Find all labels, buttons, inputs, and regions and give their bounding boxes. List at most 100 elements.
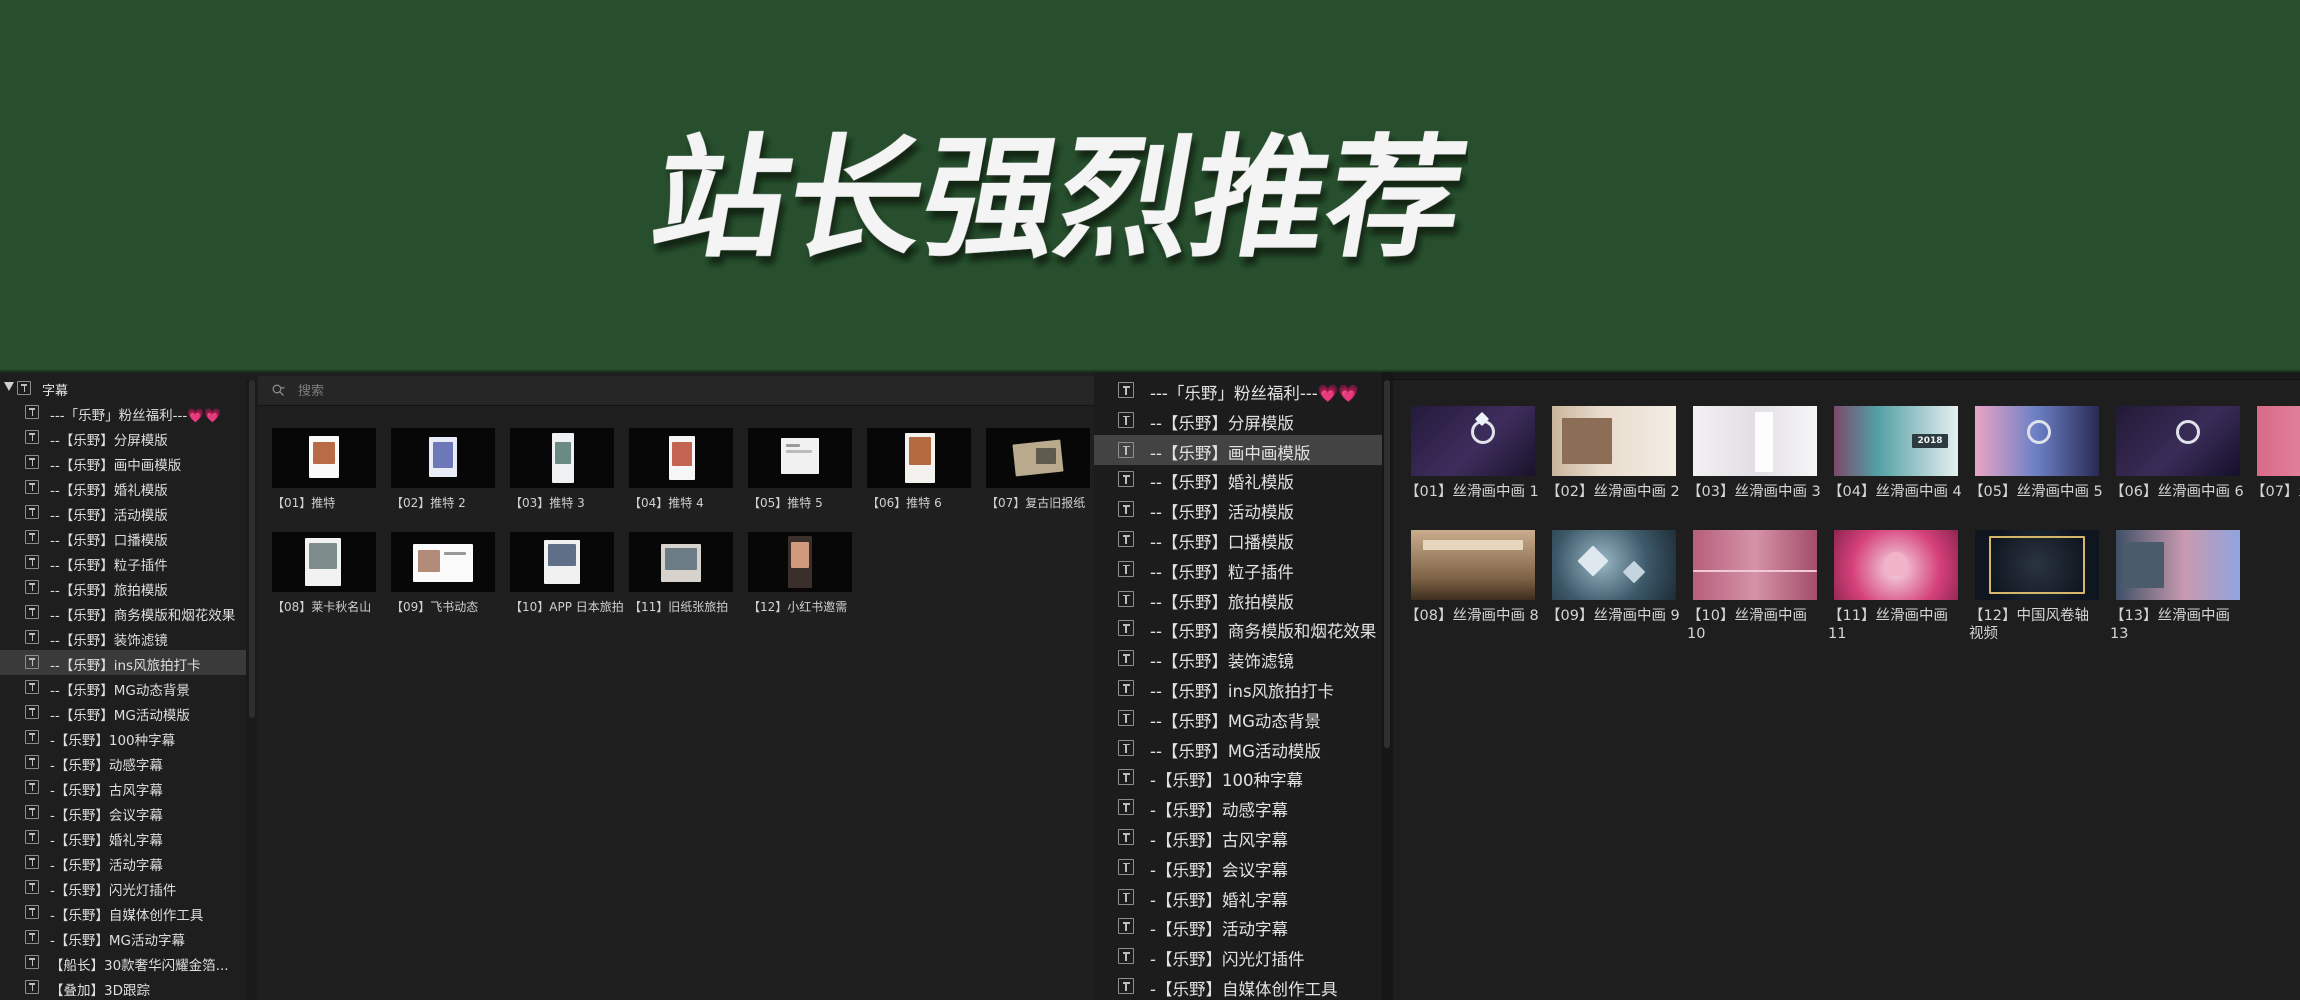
template-thumbnail[interactable] [391, 532, 495, 592]
pip-template-thumbnail[interactable] [1411, 406, 1535, 476]
right-tree-item[interactable]: --【乐野】ins风旅拍打卡 [1094, 673, 1382, 703]
right-tree-item[interactable]: ---「乐野」粉丝福利---💗💗 [1094, 375, 1382, 405]
pip-template-thumbnail[interactable] [1552, 406, 1676, 476]
right-tree-item[interactable]: --【乐野】商务模版和烟花效果 [1094, 613, 1382, 643]
right-tree-item[interactable]: -【乐野】古风字幕 [1094, 822, 1382, 852]
right-tree-item[interactable]: --【乐野】口播模版 [1094, 524, 1382, 554]
left-tree-item[interactable]: --【乐野】分屏模版 [0, 425, 246, 450]
pip-template-thumbnail[interactable] [2257, 406, 2300, 476]
left-tree-item[interactable]: ---「乐野」粉丝福利---💗💗 [0, 400, 246, 425]
right-tree-item[interactable]: --【乐野】婚礼模版 [1094, 464, 1382, 494]
left-scrollbar[interactable] [249, 380, 255, 718]
pip-template-item[interactable]: 【03】丝滑画中画 3 [1687, 406, 1821, 516]
pip-template-item[interactable]: 【05】丝滑画中画 5 [1969, 406, 2103, 516]
right-tree-item[interactable]: -【乐野】自媒体创作工具 [1094, 971, 1382, 1000]
tree-root-titles[interactable]: 字幕 [0, 378, 246, 399]
template-item[interactable]: 【11】旧纸张旅拍 [629, 532, 733, 614]
left-tree-item[interactable]: --【乐野】装饰滤镜 [0, 625, 246, 650]
pip-template-thumbnail[interactable] [2116, 530, 2240, 600]
pip-template-item[interactable]: 【12】中国风卷轴视频 [1969, 530, 2099, 642]
template-thumbnail[interactable] [391, 428, 495, 488]
left-tree-item[interactable]: --【乐野】MG活动模版 [0, 700, 246, 725]
pip-template-thumbnail[interactable] [1411, 530, 1535, 600]
template-thumbnail[interactable] [510, 428, 614, 488]
right-tree-item[interactable]: --【乐野】MG活动模版 [1094, 733, 1382, 763]
pip-template-item[interactable]: 【08】丝滑画中画 8 [1405, 530, 1539, 640]
pip-template-thumbnail[interactable] [1693, 530, 1817, 600]
left-tree-item[interactable]: --【乐野】婚礼模版 [0, 475, 246, 500]
left-tree-item[interactable]: --【乐野】活动模版 [0, 500, 246, 525]
left-tree-item[interactable]: --【乐野】口播模版 [0, 525, 246, 550]
pip-template-thumbnail[interactable] [1834, 530, 1958, 600]
left-tree-item[interactable]: --【乐野】ins风旅拍打卡 [0, 650, 246, 675]
template-item[interactable]: 【12】小红书邀需 [748, 532, 852, 614]
right-tree-item[interactable]: --【乐野】旅拍模版 [1094, 584, 1382, 614]
right-tree-item[interactable]: --【乐野】装饰滤镜 [1094, 643, 1382, 673]
pip-template-item[interactable]: 【11】丝滑画中画 11 [1828, 530, 1958, 642]
template-thumbnail[interactable] [867, 428, 971, 488]
pip-template-thumbnail[interactable] [1975, 406, 2099, 476]
left-tree-item[interactable]: --【乐野】画中画模版 [0, 450, 246, 475]
search-input[interactable] [298, 382, 698, 400]
template-item[interactable]: 【09】飞书动态 [391, 532, 495, 614]
disclosure-triangle-icon[interactable] [4, 382, 14, 391]
pip-template-item[interactable]: 2018 【04】丝滑画中画 4 [1828, 406, 1962, 516]
right-tree-item[interactable]: -【乐野】动感字幕 [1094, 792, 1382, 822]
right-tree-item[interactable]: --【乐野】粒子插件 [1094, 554, 1382, 584]
template-thumbnail[interactable] [510, 532, 614, 592]
template-item[interactable]: 【10】APP 日本旅拍 [510, 532, 624, 614]
template-thumbnail[interactable] [986, 428, 1090, 488]
right-tree-item[interactable]: -【乐野】会议字幕 [1094, 852, 1382, 882]
pip-template-thumbnail[interactable] [2116, 406, 2240, 476]
pip-template-thumbnail[interactable] [1552, 530, 1676, 600]
template-item[interactable]: 【04】推特 4 [629, 428, 733, 510]
left-tree-item[interactable]: -【乐野】古风字幕 [0, 775, 246, 800]
left-tree-item[interactable]: --【乐野】商务模版和烟花效果 [0, 600, 246, 625]
pip-template-item[interactable]: 【02】丝滑画中画 2 [1546, 406, 1680, 516]
left-tree-item[interactable]: 【叠加】3D跟踪 [0, 975, 246, 1000]
right-tree-item[interactable]: -【乐野】婚礼字幕 [1094, 882, 1382, 912]
left-tree-item[interactable]: 【船长】30款奢华闪耀金箔... [0, 950, 246, 975]
left-tree-item[interactable]: --【乐野】粒子插件 [0, 550, 246, 575]
left-tree-item[interactable]: -【乐野】100种字幕 [0, 725, 246, 750]
template-item[interactable]: 【06】推特 6 [867, 428, 971, 510]
left-tree-item[interactable]: -【乐野】闪光灯插件 [0, 875, 246, 900]
left-tree-item[interactable]: -【乐野】婚礼字幕 [0, 825, 246, 850]
right-tree-item[interactable]: --【乐野】分屏模版 [1094, 405, 1382, 435]
template-thumbnail[interactable] [629, 532, 733, 592]
template-item[interactable]: 【01】推特 [272, 428, 376, 510]
left-tree-item[interactable]: -【乐野】会议字幕 [0, 800, 246, 825]
pip-template-item[interactable]: 【01】丝滑画中画 1 [1405, 406, 1539, 516]
template-thumbnail[interactable] [272, 428, 376, 488]
right-tree-item[interactable]: --【乐野】画中画模版 [1094, 434, 1382, 465]
pip-template-thumbnail[interactable] [1693, 406, 1817, 476]
pip-template-item[interactable]: 【09】丝滑画中画 9 [1546, 530, 1680, 640]
pip-template-thumbnail[interactable] [1975, 530, 2099, 600]
template-item[interactable]: 【07】复古旧报纸 [986, 428, 1090, 510]
right-tree-item[interactable]: -【乐野】活动字幕 [1094, 911, 1382, 941]
left-tree-item[interactable]: -【乐野】MG活动字幕 [0, 925, 246, 950]
pip-template-item[interactable]: 【10】丝滑画中画 10 [1687, 530, 1817, 642]
right-tree-item[interactable]: --【乐野】活动模版 [1094, 494, 1382, 524]
pip-template-thumbnail[interactable]: 2018 [1834, 406, 1958, 476]
right-tree-item[interactable]: --【乐野】MG动态背景 [1094, 703, 1382, 733]
left-tree-item[interactable]: --【乐野】MG动态背景 [0, 675, 246, 700]
pip-template-item[interactable]: 【07】丝 [2251, 406, 2300, 516]
left-tree-item[interactable]: --【乐野】旅拍模版 [0, 575, 246, 600]
right-scrollbar[interactable] [1384, 380, 1390, 748]
template-item[interactable]: 【08】莱卡秋名山 [272, 532, 376, 614]
template-item[interactable]: 【03】推特 3 [510, 428, 614, 510]
template-thumbnail[interactable] [629, 428, 733, 488]
template-item[interactable]: 【05】推特 5 [748, 428, 852, 510]
pip-template-item[interactable]: 【06】丝滑画中画 6 [2110, 406, 2244, 516]
template-thumbnail[interactable] [748, 428, 852, 488]
left-tree-item[interactable]: -【乐野】活动字幕 [0, 850, 246, 875]
pip-template-item[interactable]: 【13】丝滑画中画 13 [2110, 530, 2240, 642]
search-icon[interactable] [272, 384, 285, 397]
left-tree-item[interactable]: -【乐野】动感字幕 [0, 750, 246, 775]
template-thumbnail[interactable] [748, 532, 852, 592]
left-tree-item[interactable]: -【乐野】自媒体创作工具 [0, 900, 246, 925]
template-item[interactable]: 【02】推特 2 [391, 428, 495, 510]
template-thumbnail[interactable] [272, 532, 376, 592]
right-tree-item[interactable]: -【乐野】闪光灯插件 [1094, 941, 1382, 971]
